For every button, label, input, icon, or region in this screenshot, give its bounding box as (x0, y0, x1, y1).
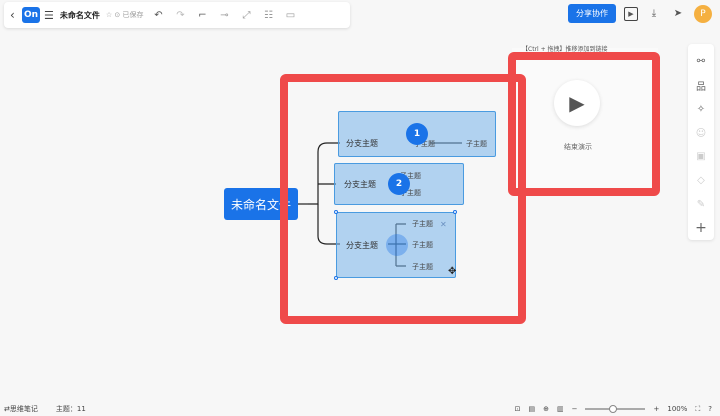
chevron-left-icon[interactable]: ‹ (10, 8, 22, 22)
outline-icon[interactable]: ▤ (528, 405, 535, 413)
zoom-out-icon[interactable]: − (572, 405, 578, 413)
emoji-icon[interactable]: ☺ (688, 121, 714, 145)
insert-node-icon[interactable]: ⊸ (217, 10, 231, 21)
redo-icon[interactable]: ↷ (173, 10, 187, 21)
zoom-knob[interactable] (609, 405, 618, 413)
doc-title[interactable]: 未命名文件 (60, 10, 100, 21)
add-icon[interactable]: + (688, 216, 714, 240)
hamburger-menu-icon[interactable]: ☰ (44, 9, 54, 22)
download-icon[interactable]: ⤓ (646, 6, 662, 22)
bottom-status-bar: ⇄思维笔记 主题：11 ⊡ ▤ ⊕ ▥ − + 100% ⛶ ? (0, 402, 720, 416)
send-icon[interactable]: ➤ (670, 6, 686, 22)
highlight-frame-mindmap (280, 74, 526, 324)
top-right-actions: 分享协作 ▶ ⤓ ➤ P (568, 4, 712, 23)
summary-icon[interactable]: ☷ (261, 10, 275, 21)
theme-icon[interactable]: ⚯ (688, 50, 714, 74)
note-icon[interactable]: ✎ (688, 193, 714, 217)
zoom-level: 100% (667, 405, 688, 413)
undo-icon[interactable]: ↶ (151, 10, 165, 21)
help-icon[interactable]: ? (708, 405, 712, 413)
share-button[interactable]: 分享协作 (568, 4, 616, 23)
highlight-frame-video (508, 52, 660, 196)
connector-icon[interactable]: ⤢ (239, 10, 253, 21)
zoom-slider[interactable] (585, 405, 646, 413)
locate-icon[interactable]: ⊡ (515, 405, 521, 413)
fullscreen-icon[interactable]: ⛶ (695, 405, 700, 414)
topic-count: 主题：11 (55, 405, 86, 413)
border-icon[interactable]: ▭ (283, 10, 297, 21)
tag-icon[interactable]: ◇ (688, 169, 714, 193)
saved-status: ☆ ⊙ 已保存 (105, 11, 144, 19)
style-icon[interactable]: ✧ (688, 98, 714, 122)
top-toolbar: ‹ On ☰ 未命名文件 ☆ ⊙ 已保存 ↶ ↷ ⌐ ⊸ ⤢ ☷ ▭ (4, 2, 350, 28)
center-icon[interactable]: ⊕ (543, 405, 549, 413)
image-icon[interactable]: ▣ (688, 145, 714, 169)
present-icon[interactable]: ▶ (624, 6, 638, 21)
format-painter-icon[interactable]: ⌐ (195, 10, 209, 21)
mode-switch[interactable]: ⇄思维笔记 (4, 404, 38, 414)
zoom-in-icon[interactable]: + (653, 405, 659, 413)
map-icon[interactable]: ▥ (557, 405, 564, 413)
app-logo[interactable]: On (22, 7, 40, 23)
avatar[interactable]: P (694, 4, 712, 23)
structure-icon[interactable]: 品 (688, 74, 714, 98)
right-sidebar: ⚯ 品 ✧ ☺ ▣ ◇ ✎ + (688, 44, 714, 240)
